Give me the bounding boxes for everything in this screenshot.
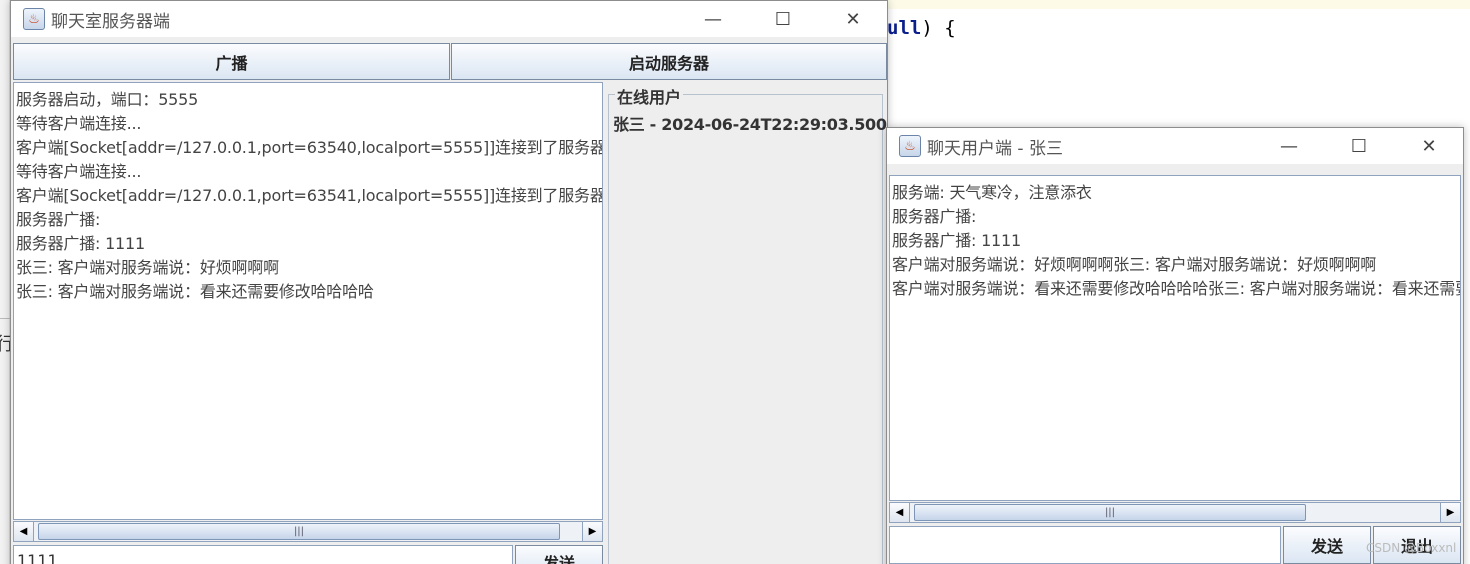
ide-left-gutter: 行 <box>0 0 14 564</box>
ide-code-rest: ) { <box>921 17 956 39</box>
client-window-title: 聊天用户端 - 张三 <box>927 138 1063 159</box>
minimize-icon[interactable]: — <box>1254 128 1324 164</box>
online-user-item[interactable]: 张三 - 2024-06-24T22:29:03.500 <box>613 111 887 135</box>
java-app-icon: ♨ <box>899 135 921 157</box>
message-line: 服务器广播: 1111 <box>892 231 1021 250</box>
log-line: 客户端[Socket[addr=/127.0.0.1,port=63540,lo… <box>16 138 603 157</box>
close-icon[interactable]: ✕ <box>1394 128 1464 164</box>
client-send-button[interactable]: 发送 <box>1283 526 1371 564</box>
scroll-right-icon[interactable]: ▶ <box>582 522 602 541</box>
csdn-watermark: CSDN @Boxxnl <box>1366 541 1457 555</box>
ide-gutter-divider <box>0 318 10 319</box>
log-line: 服务器广播: 1111 <box>16 234 145 253</box>
log-line: 张三: 客户端对服务端说：好烦啊啊啊 <box>16 258 279 277</box>
scroll-right-icon[interactable]: ▶ <box>1440 503 1460 522</box>
ide-code-keyword: ull <box>887 17 922 39</box>
broadcast-button[interactable]: 广播 <box>13 43 450 80</box>
client-message-input[interactable] <box>889 526 1281 564</box>
server-send-button[interactable]: 发送 <box>515 545 603 564</box>
close-icon[interactable]: ✕ <box>818 1 888 37</box>
server-log-area[interactable]: 服务器启动，端口：5555 等待客户端连接... 客户端[Socket[addr… <box>13 82 603 520</box>
log-line: 服务器广播: <box>16 210 101 229</box>
client-window: ♨ 聊天用户端 - 张三 — ☐ ✕ 服务端: 天气寒冷，注意添衣 服务器广播:… <box>886 127 1464 564</box>
scroll-left-icon[interactable]: ◀ <box>14 522 34 541</box>
message-line: 客户端对服务端说：好烦啊啊啊张三: 客户端对服务端说：好烦啊啊啊 <box>892 255 1377 274</box>
server-log-hscrollbar[interactable]: ◀ ||| ▶ <box>13 521 603 542</box>
message-line: 服务器广播: <box>892 207 977 226</box>
maximize-icon[interactable]: ☐ <box>1324 128 1394 164</box>
log-line: 等待客户端连接... <box>16 114 142 133</box>
scroll-left-icon[interactable]: ◀ <box>890 503 910 522</box>
message-line: 客户端对服务端说：看来还需要修改哈哈哈哈张三: 客户端对服务端说：看来还需要修改… <box>892 279 1460 298</box>
server-message-input[interactable]: 1111 <box>13 545 513 564</box>
log-line: 服务器启动，端口：5555 <box>16 90 199 109</box>
server-titlebar[interactable]: ♨ 聊天室服务器端 — ☐ ✕ <box>11 1 887 37</box>
log-line: 等待客户端连接... <box>16 162 142 181</box>
scroll-thumb[interactable]: ||| <box>38 523 560 540</box>
ide-current-line-strip <box>886 0 1470 9</box>
log-line: 张三: 客户端对服务端说：看来还需要修改哈哈哈哈 <box>16 282 374 301</box>
ide-code-line: ull) { <box>887 17 956 39</box>
client-message-area[interactable]: 服务端: 天气寒冷，注意添衣 服务器广播: 服务器广播: 1111 客户端对服务… <box>889 175 1461 501</box>
server-window: ♨ 聊天室服务器端 — ☐ ✕ 广播 启动服务器 服务器启动，端口：5555 等… <box>10 0 888 564</box>
maximize-icon[interactable]: ☐ <box>748 1 818 37</box>
message-line: 服务端: 天气寒冷，注意添衣 <box>892 183 1092 202</box>
client-titlebar[interactable]: ♨ 聊天用户端 - 张三 — ☐ ✕ <box>887 128 1463 164</box>
online-users-title: 在线用户 <box>615 84 684 108</box>
java-app-icon: ♨ <box>23 8 45 30</box>
scroll-thumb[interactable]: ||| <box>914 504 1306 521</box>
log-line: 客户端[Socket[addr=/127.0.0.1,port=63541,lo… <box>16 186 603 205</box>
server-window-title: 聊天室服务器端 <box>51 11 170 32</box>
minimize-icon[interactable]: — <box>678 1 748 37</box>
start-server-button[interactable]: 启动服务器 <box>451 43 887 80</box>
client-hscrollbar[interactable]: ◀ ||| ▶ <box>889 502 1461 523</box>
online-users-panel: 在线用户 张三 - 2024-06-24T22:29:03.500 <box>608 84 887 564</box>
